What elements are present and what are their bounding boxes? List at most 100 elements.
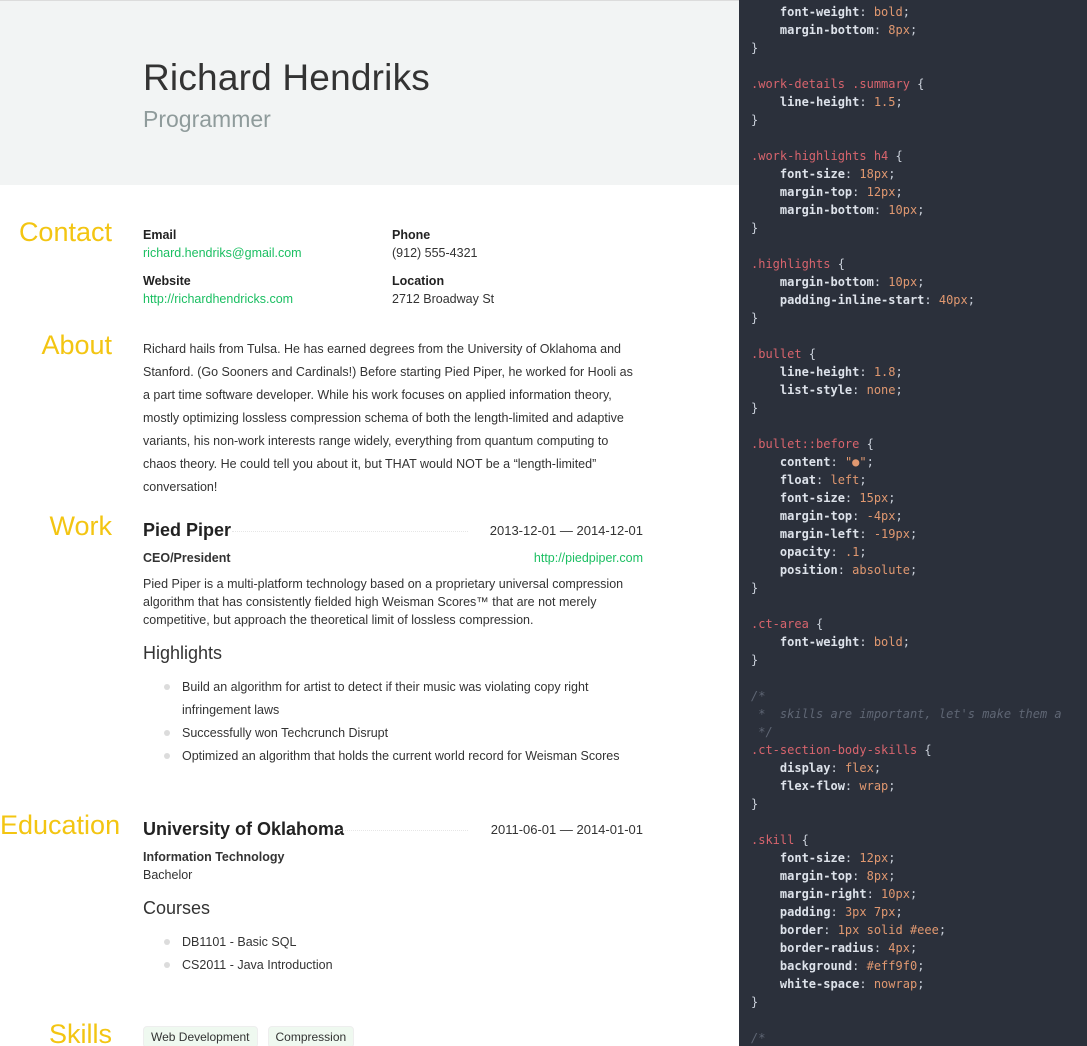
code-token: ; bbox=[895, 95, 903, 109]
code-token: nowrap bbox=[873, 977, 918, 991]
code-token: { bbox=[808, 617, 824, 631]
code-line: * skills are important, let's make them … bbox=[751, 705, 1062, 723]
work-url-link[interactable]: http://piedpiper.com bbox=[534, 551, 643, 565]
code-token: ; bbox=[888, 491, 896, 505]
skill-tag: Web Development bbox=[143, 1026, 258, 1046]
code-token: margin-top bbox=[751, 869, 853, 883]
code-token: * skills are important, let's make them … bbox=[751, 707, 1062, 721]
code-token: -19px bbox=[873, 527, 910, 541]
code-token: ; bbox=[938, 923, 947, 937]
code-line: line-height: 1.5; bbox=[751, 93, 1062, 111]
code-line: } bbox=[751, 651, 1062, 669]
code-token: padding-inline-start bbox=[751, 293, 925, 307]
code-line: margin-top: 8px; bbox=[751, 867, 1062, 885]
code-token: 15px bbox=[859, 491, 889, 505]
code-token: } bbox=[751, 653, 759, 667]
code-token: ; bbox=[917, 977, 925, 991]
code-line: font-size: 15px; bbox=[751, 489, 1062, 507]
code-token: : bbox=[873, 23, 889, 37]
code-line: margin-top: 12px; bbox=[751, 183, 1062, 201]
code-token: .bullet bbox=[751, 347, 802, 361]
code-token: 4px bbox=[888, 941, 910, 955]
code-token: } bbox=[751, 581, 759, 595]
code-token: 12px bbox=[866, 185, 896, 199]
code-token: ; bbox=[859, 473, 867, 487]
code-line: border: 1px solid #eee; bbox=[751, 921, 1062, 939]
code-token: font-weight bbox=[751, 635, 860, 649]
location-label: Location bbox=[392, 274, 445, 288]
code-token: { bbox=[859, 437, 874, 451]
section-title-education: Education bbox=[0, 810, 121, 840]
section-title-skills: Skills bbox=[48, 1019, 112, 1046]
code-token: none bbox=[866, 383, 896, 397]
education-study-type: Bachelor bbox=[143, 868, 193, 882]
code-token: .bullet::before bbox=[751, 437, 860, 451]
code-token: 10px bbox=[881, 887, 910, 901]
code-token: font-size bbox=[751, 851, 845, 865]
code-token: 18px bbox=[859, 167, 889, 181]
code-line: } bbox=[751, 399, 1062, 417]
code-token: ; bbox=[902, 635, 910, 649]
code-token: { bbox=[888, 149, 903, 163]
code-token: */ bbox=[751, 725, 773, 739]
code-line: } bbox=[751, 309, 1062, 327]
code-line: border-radius: 4px; bbox=[751, 939, 1062, 957]
code-token: ; bbox=[888, 167, 896, 181]
phone-value: (912) 555-4321 bbox=[392, 246, 478, 260]
highlights-list: Build an algorithm for artist to detect … bbox=[162, 676, 642, 768]
work-summary: Pied Piper is a multi-platform technolog… bbox=[143, 577, 624, 627]
code-token: white-space bbox=[751, 977, 860, 991]
code-line: opacity: .1; bbox=[751, 543, 1062, 561]
code-token: : bbox=[859, 977, 874, 991]
code-token: padding bbox=[751, 905, 831, 919]
code-line: } bbox=[751, 993, 1062, 1011]
code-token: } bbox=[751, 995, 759, 1009]
code-token: 10px bbox=[888, 275, 918, 289]
code-line: line-height: 1.8; bbox=[751, 363, 1062, 381]
code-token: margin-bottom bbox=[751, 275, 874, 289]
courses-title: Courses bbox=[143, 898, 211, 918]
highlights-title: Highlights bbox=[143, 643, 223, 663]
code-token: ; bbox=[909, 563, 918, 577]
code-token: ; bbox=[895, 905, 903, 919]
code-line: } bbox=[751, 111, 1062, 129]
education-dates: 2011-06-01 — 2014-01-01 bbox=[490, 822, 643, 837]
code-token: } bbox=[751, 221, 759, 235]
code-token: "●" bbox=[844, 455, 867, 469]
code-token: margin-bottom bbox=[751, 203, 874, 217]
code-token: flex bbox=[844, 761, 874, 775]
code-token: ; bbox=[895, 365, 903, 379]
code-token: .skill bbox=[751, 833, 795, 847]
section-title-work: Work bbox=[49, 511, 112, 541]
website-link[interactable]: http://richardhendricks.com bbox=[143, 292, 293, 306]
code-token: margin-top bbox=[751, 509, 853, 523]
code-token: : bbox=[859, 365, 874, 379]
code-token: margin-left bbox=[751, 527, 860, 541]
code-token: ; bbox=[873, 761, 882, 775]
code-token: content bbox=[751, 455, 831, 469]
code-line: } bbox=[751, 795, 1062, 813]
code-token: : bbox=[859, 527, 874, 541]
code-token: 3px 7px bbox=[844, 905, 896, 919]
code-token: { bbox=[917, 743, 932, 757]
code-token: bold bbox=[873, 635, 903, 649]
css-code-editor[interactable]: font-weight: bold; margin-bottom: 8px;} … bbox=[739, 0, 1087, 1046]
code-token: ; bbox=[909, 941, 918, 955]
code-token: { bbox=[830, 257, 845, 271]
code-token: .ct-section-body-skills bbox=[751, 743, 918, 757]
code-token: : bbox=[830, 761, 845, 775]
code-token: /* bbox=[751, 689, 766, 703]
email-link[interactable]: richard.hendriks@gmail.com bbox=[143, 246, 302, 260]
work-position: CEO/President bbox=[143, 551, 231, 565]
code-token: bold bbox=[873, 5, 903, 19]
code-line: */ bbox=[751, 723, 1062, 741]
code-content[interactable]: font-weight: bold; margin-bottom: 8px;} … bbox=[751, 3, 1062, 1046]
code-line: display: flex; bbox=[751, 759, 1062, 777]
code-token: { bbox=[801, 347, 817, 361]
code-line: } bbox=[751, 219, 1062, 237]
code-token: } bbox=[751, 401, 759, 415]
code-token: } bbox=[751, 41, 759, 55]
